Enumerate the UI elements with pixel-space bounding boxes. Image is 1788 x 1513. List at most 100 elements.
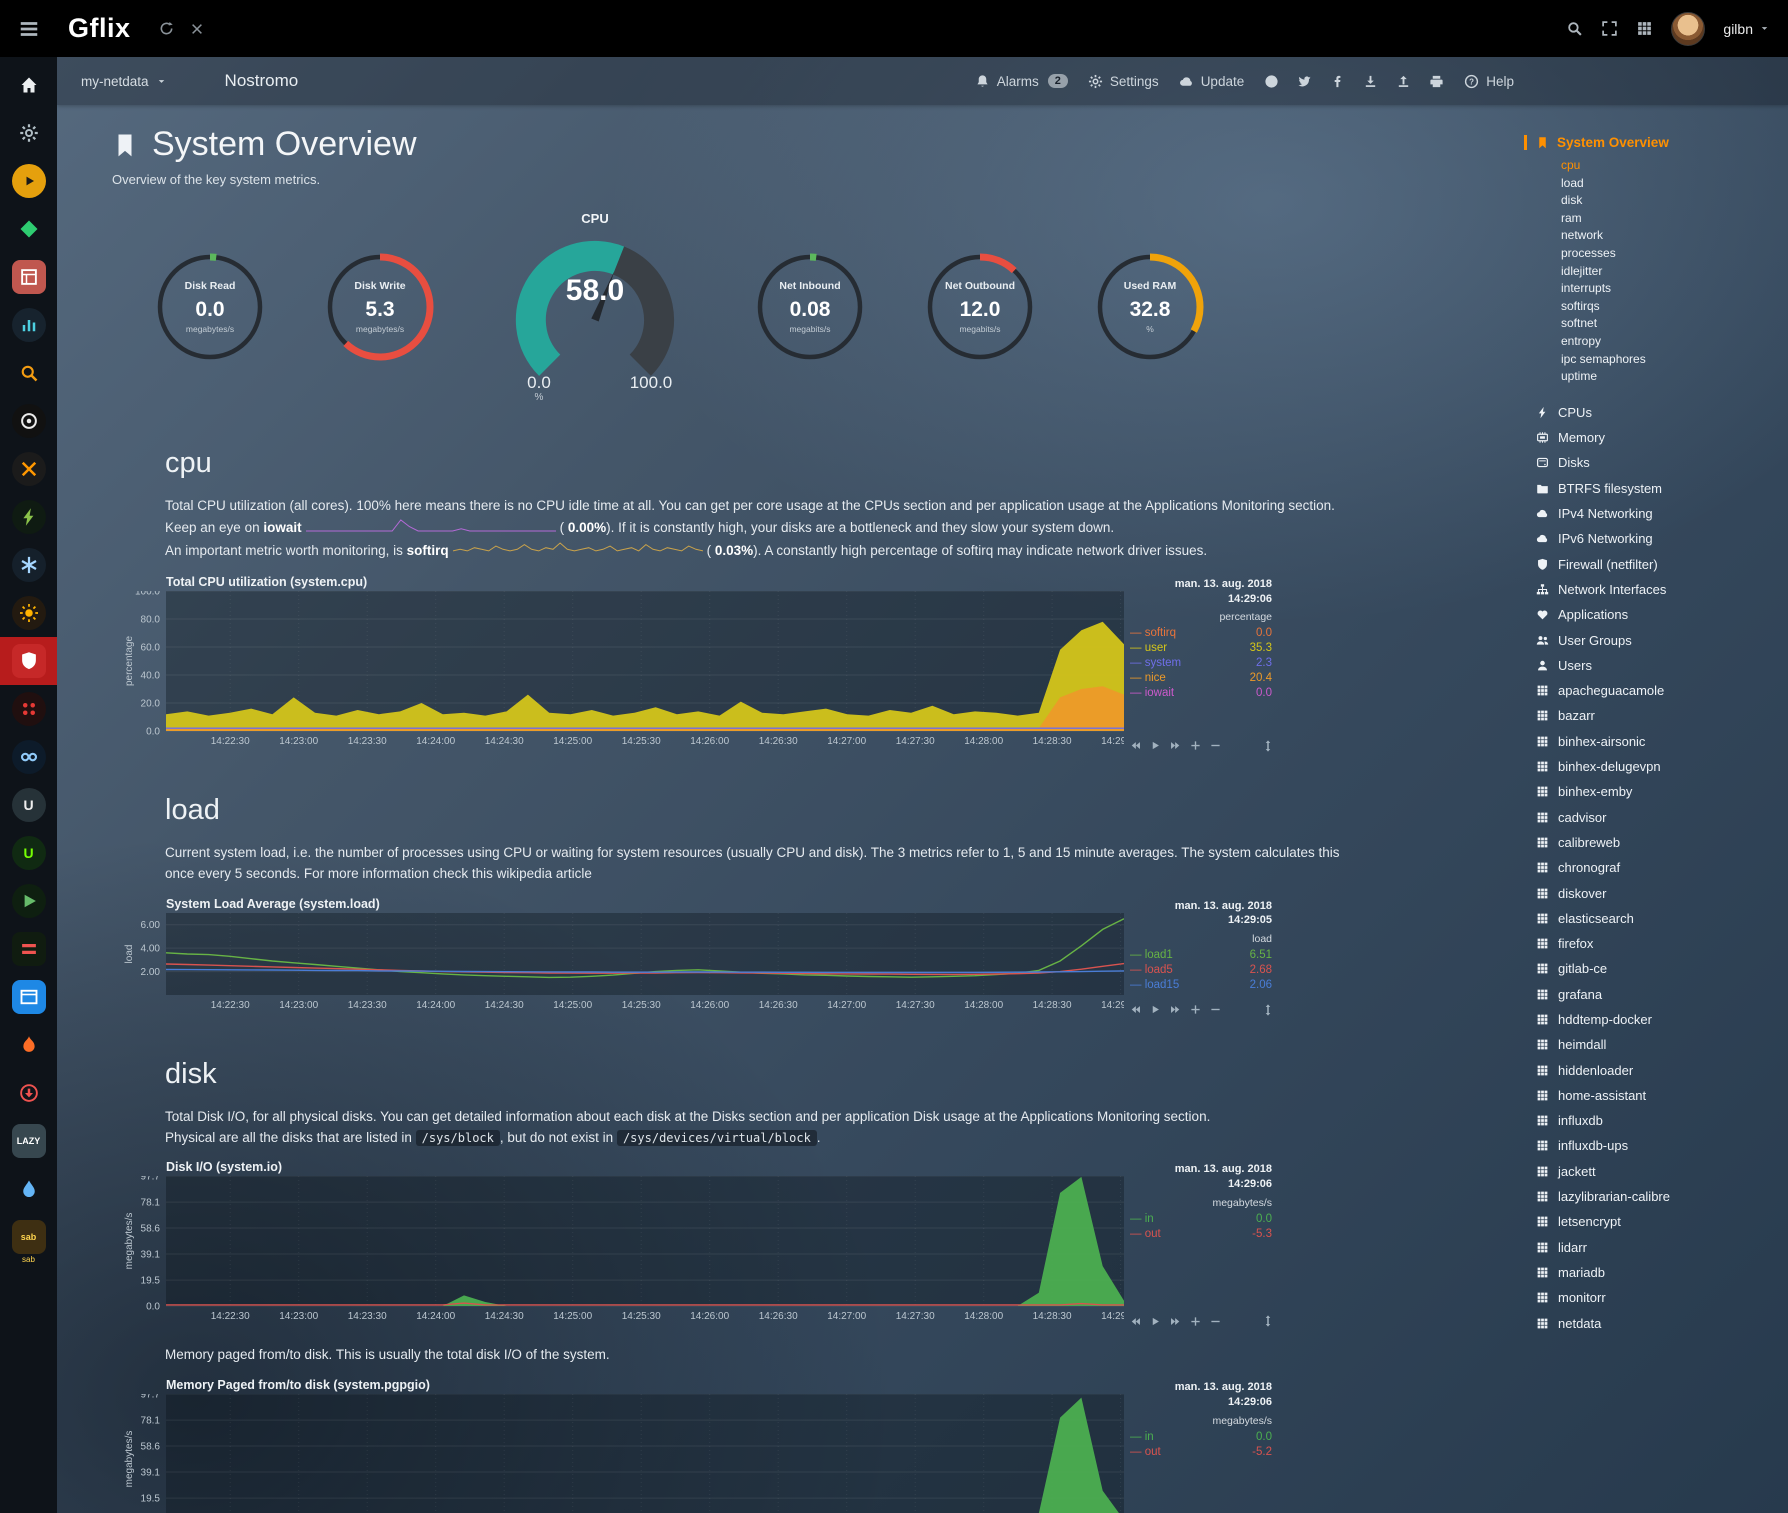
- chart-cpu-plot[interactable]: 100.080.060.040.020.00.014:22:3014:23:00…: [122, 591, 1124, 749]
- app-icon-9[interactable]: [0, 445, 57, 493]
- app-icon-17[interactable]: U: [0, 829, 57, 877]
- menu-item-binhex-emby[interactable]: binhex-emby: [1536, 779, 1780, 804]
- submenu-item-entropy[interactable]: entropy: [1561, 333, 1780, 351]
- menu-item-calibreweb[interactable]: calibreweb: [1536, 830, 1780, 855]
- app-icon-10[interactable]: [0, 493, 57, 541]
- app-icon-25[interactable]: sabsab: [0, 1213, 57, 1271]
- menu-item-memory[interactable]: Memory: [1536, 425, 1780, 450]
- menu-item-user-groups[interactable]: User Groups: [1536, 627, 1780, 652]
- gauge-dial-used-ram[interactable]: Used RAM32.8%: [1087, 244, 1213, 370]
- gauge-dial-net-outbound[interactable]: Net Outbound12.0megabits/s: [917, 244, 1043, 370]
- app-icon-6[interactable]: [0, 301, 57, 349]
- resize-handle[interactable]: [1262, 740, 1274, 752]
- chart-disk-plot[interactable]: 97.778.158.639.119.50.014:22:3014:23:001…: [122, 1176, 1124, 1324]
- menu-item-btrfs-filesystem[interactable]: BTRFS filesystem: [1536, 476, 1780, 501]
- submenu-item-softnet[interactable]: softnet: [1561, 315, 1780, 333]
- menu-item-applications[interactable]: Applications: [1536, 602, 1780, 627]
- twitter-link[interactable]: [1297, 74, 1312, 89]
- apps-button[interactable]: [1636, 20, 1653, 37]
- resume-button[interactable]: [1150, 740, 1161, 751]
- menu-item-users[interactable]: Users: [1536, 653, 1780, 678]
- submenu-item-ram[interactable]: ram: [1561, 210, 1780, 228]
- menu-item-binhex-airsonic[interactable]: binhex-airsonic: [1536, 729, 1780, 754]
- app-icon-21[interactable]: [0, 1021, 57, 1069]
- app-icon-4[interactable]: [0, 205, 57, 253]
- app-icon-14[interactable]: [0, 685, 57, 733]
- resize-handle[interactable]: [1262, 1315, 1274, 1327]
- app-icon-13[interactable]: [0, 637, 57, 685]
- app-icon-8[interactable]: [0, 397, 57, 445]
- menu-item-chronograf[interactable]: chronograf: [1536, 855, 1780, 880]
- app-icon-11[interactable]: [0, 541, 57, 589]
- download-link[interactable]: [1363, 74, 1378, 89]
- avatar[interactable]: [1671, 12, 1705, 46]
- pan-backward-button[interactable]: [1130, 1004, 1141, 1015]
- submenu-item-cpu[interactable]: cpu: [1561, 157, 1780, 175]
- gauge-dial-disk-write[interactable]: Disk Write5.3megabytes/s: [317, 244, 443, 370]
- server-select[interactable]: my-netdata: [81, 74, 167, 89]
- menu-item-apacheguacamole[interactable]: apacheguacamole: [1536, 678, 1780, 703]
- printer-link[interactable]: [1429, 74, 1444, 89]
- submenu-item-disk[interactable]: disk: [1561, 192, 1780, 210]
- menu-item-disks[interactable]: Disks: [1536, 450, 1780, 475]
- submenu-item-load[interactable]: load: [1561, 175, 1780, 193]
- app-icon-20[interactable]: [0, 973, 57, 1021]
- zoom-in-button[interactable]: [1190, 740, 1201, 751]
- menu-item-letsencrypt[interactable]: letsencrypt: [1536, 1209, 1780, 1234]
- app-icon-2[interactable]: [0, 109, 57, 157]
- resize-handle[interactable]: [1262, 1004, 1274, 1016]
- menu-item-ipv4-networking[interactable]: IPv4 Networking: [1536, 501, 1780, 526]
- gauge-dial-disk-read[interactable]: Disk Read0.0megabytes/s: [147, 244, 273, 370]
- submenu-item-ipc-semaphores[interactable]: ipc semaphores: [1561, 351, 1780, 369]
- pan-forward-button[interactable]: [1170, 1316, 1181, 1327]
- app-icon-24[interactable]: [0, 1165, 57, 1213]
- cpu-gauge-dial[interactable]: 58.00.0100.0%: [495, 228, 695, 402]
- menu-item-hddtemp-docker[interactable]: hddtemp-docker: [1536, 1007, 1780, 1032]
- menu-item-jackett[interactable]: jackett: [1536, 1159, 1780, 1184]
- submenu-item-uptime[interactable]: uptime: [1561, 368, 1780, 386]
- menu-item-influxdb[interactable]: influxdb: [1536, 1108, 1780, 1133]
- menu-item-diskover[interactable]: diskover: [1536, 880, 1780, 905]
- upload-link[interactable]: [1396, 74, 1411, 89]
- pan-backward-button[interactable]: [1130, 740, 1141, 751]
- menu-item-firewall-netfilter[interactable]: Firewall (netfilter): [1536, 552, 1780, 577]
- menu-item-lidarr[interactable]: lidarr: [1536, 1235, 1780, 1260]
- menu-item-cadvisor[interactable]: cadvisor: [1536, 804, 1780, 829]
- user-menu[interactable]: gilbn: [1723, 21, 1770, 37]
- menu-item-elasticsearch[interactable]: elasticsearch: [1536, 906, 1780, 931]
- menu-item-firefox[interactable]: firefox: [1536, 931, 1780, 956]
- app-icon-1[interactable]: [0, 61, 57, 109]
- app-icon-7[interactable]: [0, 349, 57, 397]
- chart-load-plot[interactable]: 6.004.002.0014:22:3014:23:0014:23:3014:2…: [122, 913, 1124, 1013]
- app-icon-5[interactable]: [0, 253, 57, 301]
- pan-forward-button[interactable]: [1170, 1004, 1181, 1015]
- pan-forward-button[interactable]: [1170, 740, 1181, 751]
- resume-button[interactable]: [1150, 1316, 1161, 1327]
- zoom-in-button[interactable]: [1190, 1316, 1201, 1327]
- menu-item-monitorr[interactable]: monitorr: [1536, 1285, 1780, 1310]
- app-icon-3[interactable]: [0, 157, 57, 205]
- app-icon-23[interactable]: LAZY: [0, 1117, 57, 1165]
- menu-button[interactable]: [18, 18, 40, 40]
- submenu-item-processes[interactable]: processes: [1561, 245, 1780, 263]
- facebook-link[interactable]: [1330, 74, 1345, 89]
- submenu-item-softirqs[interactable]: softirqs: [1561, 298, 1780, 316]
- alarms-button[interactable]: Alarms 2: [975, 74, 1068, 89]
- menu-item-influxdb-ups[interactable]: influxdb-ups: [1536, 1133, 1780, 1158]
- resume-button[interactable]: [1150, 1004, 1161, 1015]
- menu-item-gitlab-ce[interactable]: gitlab-ce: [1536, 956, 1780, 981]
- menu-item-binhex-delugevpn[interactable]: binhex-delugevpn: [1536, 754, 1780, 779]
- refresh-tab-button[interactable]: [159, 21, 174, 36]
- menu-item-lazylibrarian-calibre[interactable]: lazylibrarian-calibre: [1536, 1184, 1780, 1209]
- update-button[interactable]: Update: [1179, 74, 1245, 89]
- submenu-item-idlejitter[interactable]: idlejitter: [1561, 263, 1780, 281]
- menu-item-cpus[interactable]: CPUs: [1536, 400, 1780, 425]
- zoom-out-button[interactable]: [1210, 1004, 1221, 1015]
- menu-item-hiddenloader[interactable]: hiddenloader: [1536, 1057, 1780, 1082]
- zoom-in-button[interactable]: [1190, 1004, 1201, 1015]
- app-icon-22[interactable]: [0, 1069, 57, 1117]
- menu-item-ipv6-networking[interactable]: IPv6 Networking: [1536, 526, 1780, 551]
- zoom-out-button[interactable]: [1210, 1316, 1221, 1327]
- help-button[interactable]: ? Help: [1464, 74, 1514, 89]
- menu-item-bazarr[interactable]: bazarr: [1536, 703, 1780, 728]
